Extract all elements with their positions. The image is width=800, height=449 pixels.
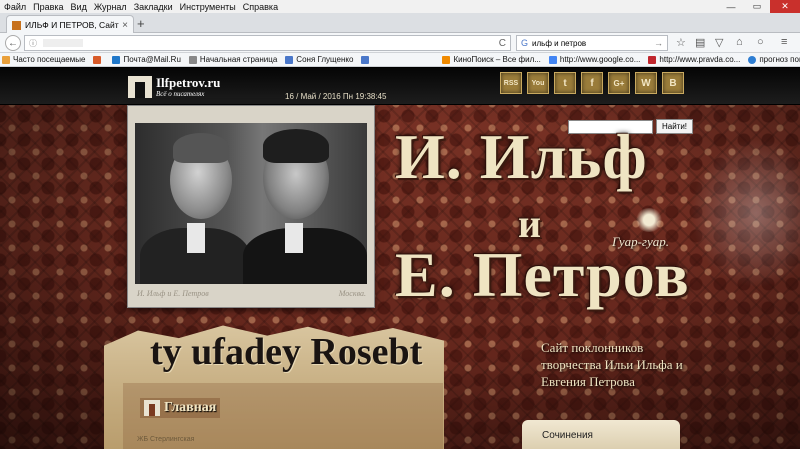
- bookmark-item[interactable]: прогноз погоды: [748, 55, 800, 64]
- paper-footnote: ЖБ Стерлингская: [137, 436, 195, 443]
- menu-help[interactable]: Справка: [243, 2, 278, 12]
- bookmark-item[interactable]: Почта@Mail.Ru: [112, 55, 181, 64]
- search-input[interactable]: ильф и петров: [532, 39, 654, 48]
- bookmark-icon: [93, 55, 102, 64]
- nav-main-link[interactable]: Главная: [140, 398, 221, 418]
- home-icon[interactable]: ⌂: [736, 36, 743, 48]
- google-icon: [548, 55, 557, 64]
- bookmark-item[interactable]: Часто посещаемые: [2, 55, 85, 64]
- title-ilf: И. Ильф: [395, 121, 648, 192]
- vk-icon: [285, 55, 294, 64]
- menu-history[interactable]: Журнал: [94, 2, 127, 12]
- photo-caption: И. Ильф и Е. Петров: [137, 289, 209, 298]
- bookmark-item[interactable]: http://www.pravda.co...: [648, 55, 740, 64]
- photo-figure-right: [243, 228, 367, 284]
- bookmark-icon: [2, 55, 10, 64]
- logo-title: Ilfpetrov.ru: [156, 74, 221, 90]
- menu-file[interactable]: Файл: [4, 2, 26, 12]
- bookmark-star-icon[interactable]: ☆: [676, 36, 686, 49]
- twitter-icon[interactable]: t: [554, 72, 576, 94]
- chat-icon[interactable]: ○: [757, 36, 764, 48]
- site-info-icon[interactable]: ⓘ: [29, 38, 37, 49]
- tuar-slogan: Гуар-гуар.: [612, 234, 670, 249]
- window-controls: — ▭ ✕: [718, 0, 800, 13]
- google-plus-icon[interactable]: G+: [608, 72, 630, 94]
- back-button[interactable]: ←: [5, 35, 21, 51]
- photo-hair: [263, 129, 329, 163]
- menu-tools[interactable]: Инструменты: [180, 2, 236, 12]
- photo-shirt: [187, 223, 205, 253]
- works-tab[interactable]: Сочинения: [522, 420, 680, 449]
- site-logo[interactable]: Ilfpetrov.ru Всё о писателях: [128, 76, 220, 98]
- hamburger-menu-icon[interactable]: ≡: [781, 36, 787, 48]
- web-page: Ilfpetrov.ru Всё о писателях 16 / Май / …: [0, 68, 800, 449]
- tab-active[interactable]: ИЛЬФ И ПЕТРОВ, Сайт п... ×: [6, 15, 134, 34]
- youtube-icon[interactable]: You: [527, 72, 549, 94]
- bookmark-item[interactable]: Начальная страница: [188, 55, 277, 64]
- browser-window: Файл Правка Вид Журнал Закладки Инструме…: [0, 0, 800, 449]
- maximize-button[interactable]: ▭: [744, 0, 770, 13]
- nav-main-label: Главная: [164, 400, 217, 415]
- social-icons: RSS You t f G+ W B: [500, 72, 689, 94]
- address-bar[interactable]: ⓘ C: [24, 35, 511, 51]
- bookmark-item[interactable]: http://www.google.co...: [548, 55, 640, 64]
- kinopoisk-icon: [442, 55, 451, 64]
- close-window-button[interactable]: ✕: [770, 0, 800, 13]
- authors-photo: [135, 123, 367, 284]
- url-text: [43, 39, 83, 47]
- rss-icon[interactable]: RSS: [500, 72, 522, 94]
- site-tagline: Сайт поклонников творчества Ильи Ильфа и…: [541, 340, 683, 389]
- blot-decoration: [635, 208, 663, 232]
- navigation-bar: ← ⓘ C G ильф и петров → ☆ ▤ ▽ ⌂ ○ ≡: [0, 33, 800, 53]
- reading-list-icon[interactable]: ▤: [695, 36, 705, 49]
- site-search-button[interactable]: Найти!: [656, 119, 693, 134]
- tab-strip: ИЛЬФ И ПЕТРОВ, Сайт п... × +: [0, 13, 800, 34]
- menu-view[interactable]: Вид: [71, 2, 87, 12]
- site-favicon-icon: [12, 20, 21, 30]
- facebook-icon[interactable]: f: [581, 72, 603, 94]
- bookmark-item[interactable]: [93, 55, 104, 64]
- menu-edit[interactable]: Правка: [33, 2, 63, 12]
- logo-subtitle: Всё о писателях: [156, 89, 205, 98]
- logo-mark-icon: [144, 400, 160, 416]
- search-box[interactable]: G ильф и петров →: [516, 35, 668, 51]
- photo-caption-city: Москва.: [338, 289, 366, 298]
- photo-frame: И. Ильф и Е. Петров Москва.: [127, 105, 375, 308]
- blogger-icon[interactable]: B: [662, 72, 684, 94]
- bookmark-icon: [188, 55, 197, 64]
- weather-icon: [748, 55, 757, 64]
- site-header-strip: Ilfpetrov.ru Всё о писателях 16 / Май / …: [0, 68, 800, 105]
- bookmark-item[interactable]: [361, 55, 372, 64]
- pocket-icon[interactable]: ▽: [715, 36, 723, 49]
- pravda-icon: [648, 55, 657, 64]
- photo-hair: [173, 133, 229, 163]
- mail-ru-icon: [112, 55, 121, 64]
- bookmark-item[interactable]: КиноПоиск – Все фил...: [442, 55, 541, 64]
- bookmarks-bar: Часто посещаемые Почта@Mail.Ru Начальная…: [0, 53, 800, 67]
- tab-close-icon[interactable]: ×: [122, 20, 128, 31]
- google-search-icon[interactable]: G: [521, 38, 528, 48]
- photo-shirt: [285, 223, 303, 253]
- search-go-icon[interactable]: →: [654, 38, 663, 48]
- bookmark-item[interactable]: Соня Глущенко: [285, 55, 353, 64]
- tab-title: ИЛЬФ И ПЕТРОВ, Сайт п...: [25, 20, 119, 30]
- rosebud-banner: ty ufadey Rosebt: [150, 331, 423, 373]
- vk-icon: [361, 55, 370, 64]
- wordpress-icon[interactable]: W: [635, 72, 657, 94]
- smoke-decoration: [690, 138, 800, 288]
- reload-icon[interactable]: C: [499, 38, 506, 49]
- logo-mark-icon: [128, 76, 152, 98]
- menu-bar: Файл Правка Вид Журнал Закладки Инструме…: [0, 0, 800, 13]
- date-time: 16 / Май / 2016 Пн 19:38:45: [285, 92, 387, 101]
- minimize-button[interactable]: —: [718, 0, 744, 13]
- menu-bookmarks[interactable]: Закладки: [134, 2, 173, 12]
- new-tab-button[interactable]: +: [137, 16, 145, 31]
